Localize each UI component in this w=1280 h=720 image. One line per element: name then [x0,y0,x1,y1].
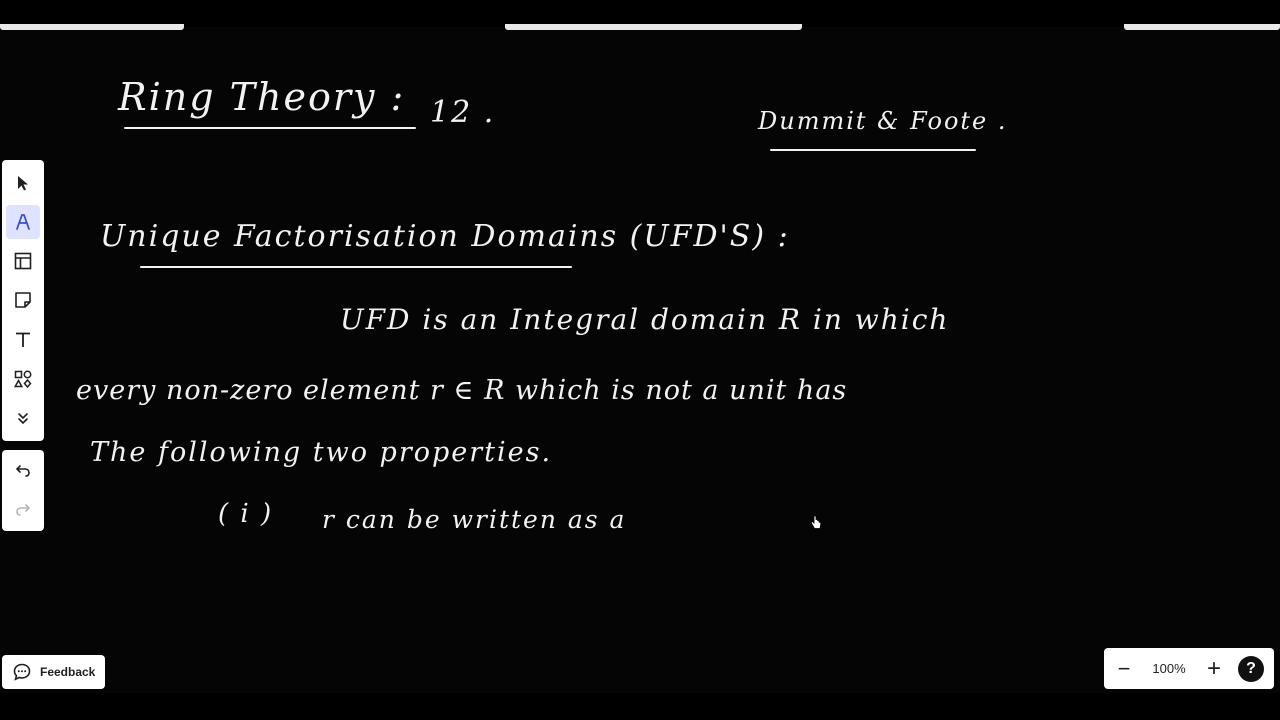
hand-cursor-icon [810,515,822,529]
feedback-button[interactable]: Feedback [2,655,105,689]
template-tool[interactable] [6,245,40,278]
shapes-tool[interactable] [6,362,40,395]
heading-underline [140,266,572,268]
pointer-tool[interactable] [6,166,40,199]
sticky-note-tool[interactable] [6,284,40,317]
definition-line-1: UFD is an Integral domain R in which [340,303,950,336]
definition-line-3: The following two properties. [90,437,553,468]
tool-palette [2,160,44,441]
top-panel-center [505,24,802,30]
reference-underline [770,149,976,151]
help-button[interactable]: ? [1238,655,1264,682]
reference-text: Dummit & Foote . [758,107,1008,135]
sticky-note-icon [15,292,31,309]
redo-button[interactable] [6,492,40,525]
whiteboard-canvas[interactable]: Ring Theory : 12 . Dummit & Foote . Uniq… [0,27,1280,693]
shapes-icon [13,370,32,389]
help-icon: ? [1246,659,1256,677]
redo-icon [16,503,31,516]
history-controls [2,450,44,531]
pointer-icon [18,175,28,191]
zoom-controls: − 100% + ? [1104,648,1274,689]
text-tool[interactable] [6,323,40,356]
zoom-level[interactable]: 100% [1144,661,1194,676]
property-number: ( i ) [218,499,274,529]
title-text: Ring Theory : [118,75,406,119]
zoom-out-button[interactable]: − [1104,648,1144,689]
plus-icon: + [1206,654,1221,682]
property-text: r can be written as a [322,505,627,534]
minus-icon: − [1117,655,1131,681]
template-icon [14,252,32,270]
definition-line-2: every non-zero element r ∈ R which is no… [76,375,848,406]
undo-icon [15,464,30,477]
feedback-label: Feedback [40,665,96,679]
top-panel-right [1124,24,1280,30]
text-icon [16,332,30,347]
zoom-in-button[interactable]: + [1194,648,1234,689]
app-window: Ring Theory : 12 . Dummit & Foote . Uniq… [0,0,1280,720]
title-underline [124,127,416,129]
more-tools[interactable] [6,402,40,435]
pen-icon [16,214,30,230]
more-icon [18,413,28,425]
top-panel-left [0,24,184,30]
lecture-number: 12 . [430,95,496,130]
heading-text: Unique Factorisation Domains (UFD'S) : [100,219,790,254]
chat-icon [13,663,31,681]
pen-tool[interactable] [6,205,40,239]
undo-button[interactable] [6,453,40,486]
